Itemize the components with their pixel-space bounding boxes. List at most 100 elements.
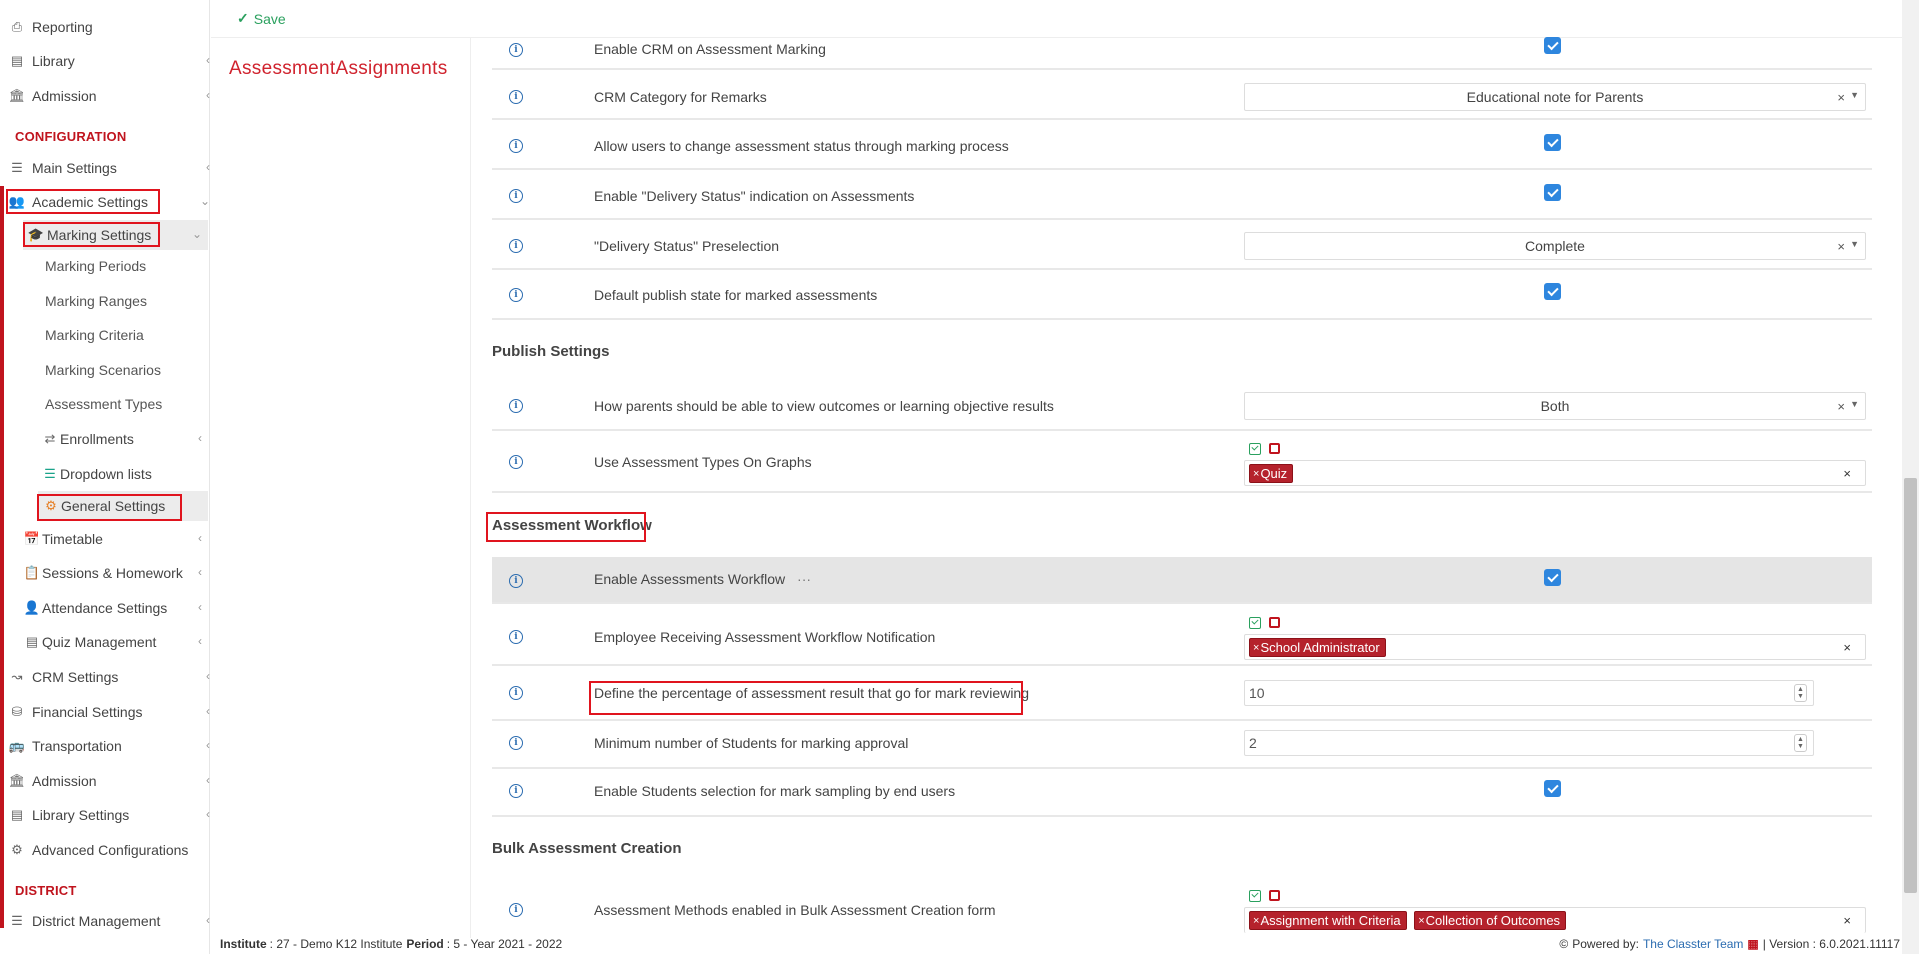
sidebar-item-marking-periods[interactable]: Marking Periods bbox=[45, 251, 146, 281]
institute-value: : 27 - Demo K12 Institute bbox=[269, 937, 403, 951]
chevron-left-icon: ‹ bbox=[206, 88, 210, 102]
sidebar-item-marking-ranges[interactable]: Marking Ranges bbox=[45, 286, 147, 316]
remove-tag-icon[interactable]: × bbox=[1253, 642, 1259, 654]
select-all-icon[interactable] bbox=[1249, 617, 1261, 629]
delivery-preselection-select[interactable]: Complete × ▼ bbox=[1244, 232, 1866, 260]
caret-down-icon[interactable]: ▼ bbox=[1850, 399, 1859, 409]
chevron-left-icon: ‹ bbox=[206, 669, 210, 683]
scrollbar-thumb[interactable] bbox=[1904, 478, 1917, 893]
info-icon[interactable]: i bbox=[509, 288, 523, 302]
sidebar-item-enrollments[interactable]: ⇄ Enrollments ‹ bbox=[41, 424, 208, 454]
clear-icon[interactable]: × bbox=[1837, 90, 1845, 105]
deselect-all-icon[interactable] bbox=[1269, 890, 1280, 901]
info-icon[interactable]: i bbox=[509, 189, 523, 203]
chevron-left-icon: ‹ bbox=[206, 53, 210, 67]
calendar-icon: 📅 bbox=[23, 531, 41, 546]
select-all-icon[interactable] bbox=[1249, 890, 1261, 902]
enable-students-selection-checkbox[interactable] bbox=[1544, 780, 1561, 797]
sidebar-item-label: Enrollments bbox=[60, 431, 134, 447]
info-icon[interactable]: i bbox=[509, 239, 523, 253]
clear-icon[interactable]: × bbox=[1843, 913, 1851, 928]
remove-tag-icon[interactable]: × bbox=[1253, 468, 1259, 480]
clear-icon[interactable]: × bbox=[1837, 399, 1845, 414]
sidebar-item-quiz-management[interactable]: ▤ Quiz Management ‹ bbox=[23, 627, 208, 657]
sidebar-item-admission[interactable]: 🏛 Admission ‹ bbox=[8, 81, 216, 111]
parents-view-select[interactable]: Both × ▼ bbox=[1244, 392, 1866, 420]
sidebar-item-dropdown-lists[interactable]: ☰ Dropdown lists bbox=[41, 459, 208, 489]
info-icon[interactable]: i bbox=[509, 43, 523, 57]
deselect-all-icon[interactable] bbox=[1269, 443, 1280, 454]
enable-delivery-status-checkbox[interactable] bbox=[1544, 184, 1561, 201]
sidebar-item-sessions-homework[interactable]: 📋 Sessions & Homework ‹ bbox=[23, 558, 208, 588]
menu-icon: ☰ bbox=[11, 913, 23, 928]
sidebar-item-advanced-configurations[interactable]: ⚙ Advanced Configurations bbox=[8, 835, 216, 865]
caret-down-icon[interactable]: ▼ bbox=[1850, 90, 1859, 100]
sidebar-item-library-settings[interactable]: ▤ Library Settings ‹ bbox=[8, 800, 216, 830]
sidebar-item-assessment-types[interactable]: Assessment Types bbox=[45, 389, 162, 419]
min-students-number-input[interactable]: 2 ▲ ▼ bbox=[1244, 730, 1814, 756]
setting-row-enable-students-selection: i Enable Students selection for mark sam… bbox=[492, 769, 1872, 817]
sidebar-item-label: Reporting bbox=[32, 19, 93, 35]
chevron-left-icon: ‹ bbox=[206, 773, 210, 787]
employee-notification-tags[interactable]: × School Administrator × bbox=[1244, 634, 1866, 660]
copyright-icon: © bbox=[1559, 937, 1569, 951]
use-types-graphs-tags[interactable]: × Quiz × bbox=[1244, 460, 1866, 486]
sidebar-item-label: Sessions & Homework bbox=[42, 565, 183, 581]
info-icon[interactable]: i bbox=[509, 399, 523, 413]
info-icon[interactable]: i bbox=[509, 686, 523, 700]
sidebar-item-marking-scenarios[interactable]: Marking Scenarios bbox=[45, 355, 161, 385]
info-icon[interactable]: i bbox=[509, 903, 523, 917]
clear-icon[interactable]: × bbox=[1843, 640, 1851, 655]
allow-status-change-checkbox[interactable] bbox=[1544, 134, 1561, 151]
highlight-box bbox=[589, 681, 1023, 715]
sidebar-item-crm-settings[interactable]: ↝ CRM Settings ‹ bbox=[8, 662, 216, 692]
info-icon[interactable]: i bbox=[509, 784, 523, 798]
sidebar-item-label: Library bbox=[32, 53, 75, 69]
remove-tag-icon[interactable]: × bbox=[1418, 915, 1424, 927]
sidebar-item-reporting[interactable]: ⎙ Reporting bbox=[8, 12, 216, 42]
enable-crm-checkbox[interactable] bbox=[1544, 37, 1561, 54]
sidebar-item-library[interactable]: ▤ Library ‹ bbox=[8, 46, 216, 76]
caret-down-icon[interactable]: ▼ bbox=[1850, 239, 1859, 249]
sidebar-item-timetable[interactable]: 📅 Timetable ‹ bbox=[23, 524, 208, 554]
select-value: Both bbox=[1540, 398, 1570, 414]
spinner-icon[interactable]: ▲ ▼ bbox=[1794, 684, 1807, 702]
info-icon[interactable]: i bbox=[509, 736, 523, 750]
sidebar-item-main-settings[interactable]: ☰ Main Settings ‹ bbox=[8, 153, 216, 183]
sidebar-item-district-management[interactable]: ☰ District Management ‹ bbox=[8, 906, 216, 936]
setting-label: How parents should be able to view outco… bbox=[594, 398, 1054, 414]
deselect-all-icon[interactable] bbox=[1269, 617, 1280, 628]
default-publish-state-checkbox[interactable] bbox=[1544, 283, 1561, 300]
save-button[interactable]: ✓ Save bbox=[237, 10, 286, 27]
setting-row-use-types-graphs: i Use Assessment Types On Graphs × Quiz × bbox=[492, 431, 1872, 493]
sidebar-item-admission-settings[interactable]: 🏛 Admission ‹ bbox=[8, 766, 216, 796]
info-icon[interactable]: i bbox=[509, 574, 523, 588]
remove-tag-icon[interactable]: × bbox=[1253, 915, 1259, 927]
setting-row-min-students: i Minimum number of Students for marking… bbox=[492, 721, 1872, 769]
sidebar-item-financial-settings[interactable]: ⛁ Financial Settings ‹ bbox=[8, 697, 216, 727]
scrollbar[interactable] bbox=[1902, 0, 1919, 954]
info-icon[interactable]: i bbox=[509, 139, 523, 153]
sidebar-item-attendance-settings[interactable]: 👤 Attendance Settings ‹ bbox=[23, 593, 208, 623]
more-icon[interactable]: ··· bbox=[797, 571, 811, 587]
enable-workflow-checkbox[interactable] bbox=[1544, 569, 1561, 586]
info-icon[interactable]: i bbox=[509, 455, 523, 469]
percentage-number-input[interactable]: 10 ▲ ▼ bbox=[1244, 680, 1814, 706]
spinner-icon[interactable]: ▲ ▼ bbox=[1794, 734, 1807, 752]
bulk-methods-tags[interactable]: × Assignment with Criteria × Collection of… bbox=[1244, 907, 1866, 933]
crm-category-select[interactable]: Educational note for Parents × ▼ bbox=[1244, 83, 1866, 111]
highlight-box bbox=[6, 189, 160, 214]
clear-icon[interactable]: × bbox=[1843, 466, 1851, 481]
sidebar-item-label: Quiz Management bbox=[42, 634, 157, 650]
setting-label: Minimum number of Students for marking a… bbox=[594, 735, 909, 751]
save-label: Save bbox=[253, 10, 286, 27]
sidebar-item-marking-criteria[interactable]: Marking Criteria bbox=[45, 320, 144, 350]
select-all-icon[interactable] bbox=[1249, 443, 1261, 455]
team-link[interactable]: The Classter Team bbox=[1643, 937, 1743, 951]
info-icon[interactable]: i bbox=[509, 630, 523, 644]
sidebar-item-transportation[interactable]: 🚌 Transportation ‹ bbox=[8, 731, 216, 761]
institution-icon: 🏛 bbox=[8, 773, 26, 788]
clear-icon[interactable]: × bbox=[1837, 239, 1845, 254]
list-icon: ▤ bbox=[25, 634, 39, 649]
info-icon[interactable]: i bbox=[509, 90, 523, 104]
